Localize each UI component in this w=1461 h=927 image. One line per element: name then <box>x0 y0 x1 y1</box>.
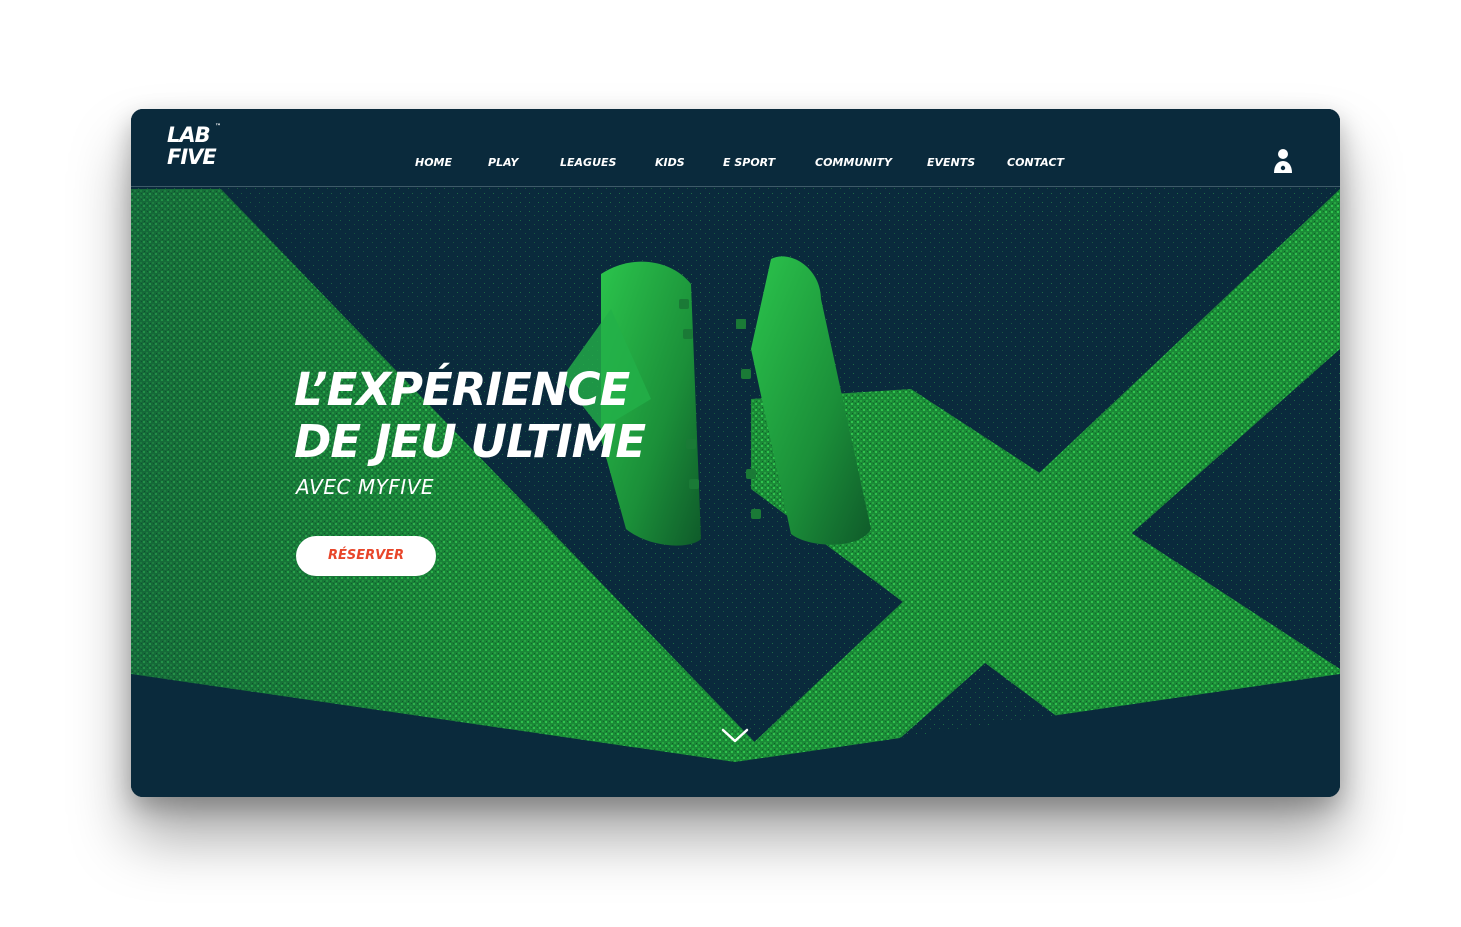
browser-window: LAB FIVE ™ HOME PLAY LEAGUES KIDS E SPOR… <box>131 109 1340 797</box>
hero-subtitle: AVEC MYFIVE <box>296 475 435 499</box>
logo-trademark: ™ <box>215 123 221 130</box>
labfive-logo[interactable]: LAB FIVE ™ <box>167 124 223 174</box>
user-account-icon[interactable] <box>1272 147 1294 175</box>
nav-item-kids[interactable]: KIDS <box>655 155 685 171</box>
hero-headline: L’EXPÉRIENCE DE JEU ULTIME <box>294 363 646 468</box>
top-navbar: LAB FIVE ™ HOME PLAY LEAGUES KIDS E SPOR… <box>131 109 1340 187</box>
logo-line-2: FIVE <box>167 145 217 169</box>
nav-item-play[interactable]: PLAY <box>488 155 518 171</box>
hero-headline-line-2: DE JEU ULTIME <box>294 415 646 468</box>
nav-item-community[interactable]: COMMUNITY <box>815 155 892 171</box>
reserve-button[interactable]: RÉSERVER <box>296 536 436 576</box>
nav-item-home[interactable]: HOME <box>415 155 452 171</box>
hero-headline-line-1: L’EXPÉRIENCE <box>294 363 630 416</box>
nav-item-esport[interactable]: E SPORT <box>723 155 775 171</box>
nav-item-events[interactable]: EVENTS <box>927 155 975 171</box>
nav-item-leagues[interactable]: LEAGUES <box>560 155 616 171</box>
chevron-down-icon[interactable] <box>720 725 750 747</box>
nav-item-contact[interactable]: CONTACT <box>1007 155 1064 171</box>
